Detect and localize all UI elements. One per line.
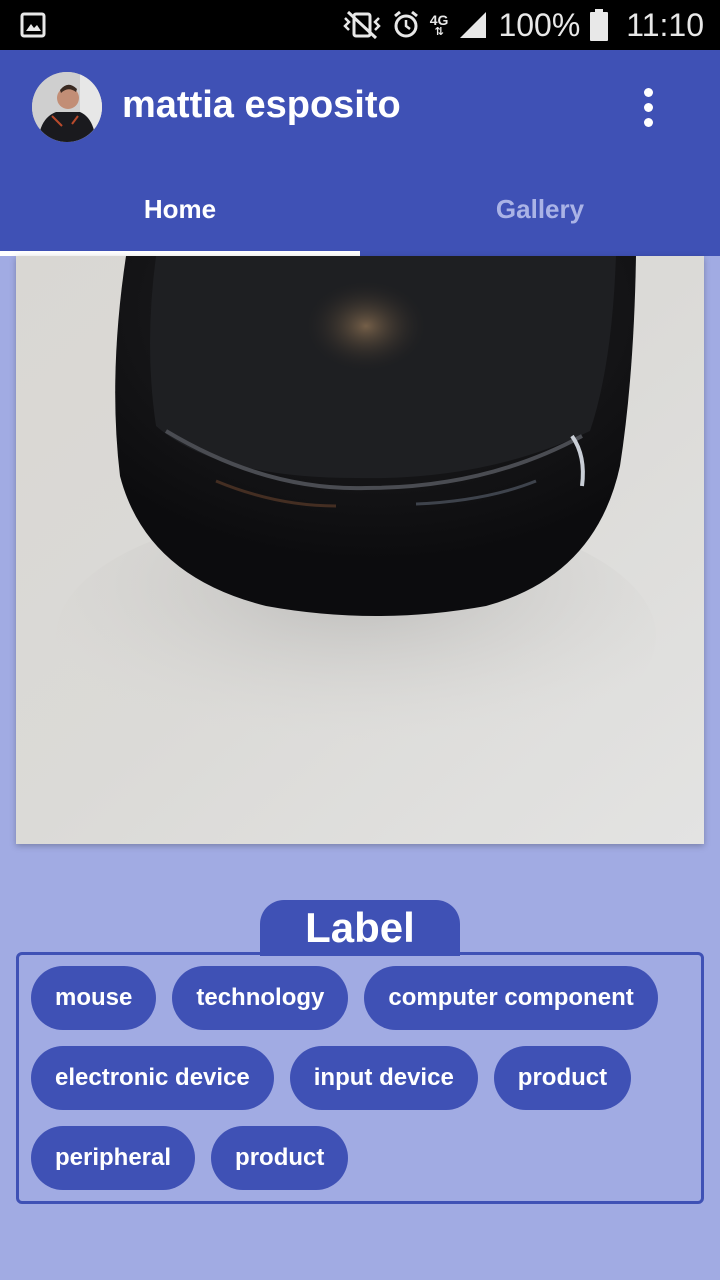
tab-home-label: Home — [143, 193, 217, 224]
label-section-title: Label — [260, 900, 460, 956]
network-4g-icon: 4G ⇅ — [429, 11, 449, 38]
tab-gallery-label: Gallery — [495, 193, 585, 224]
gallery-notification-icon — [20, 12, 46, 43]
vibrate-icon — [342, 10, 382, 40]
label-chip[interactable]: input device — [289, 1046, 478, 1110]
more-vert-icon[interactable] — [628, 82, 668, 132]
label-chip[interactable]: peripheral — [31, 1126, 196, 1190]
tab-bar: Home Gallery — [0, 162, 720, 256]
battery-percent: 100% — [498, 6, 581, 43]
label-chip[interactable]: electronic device — [31, 1046, 274, 1110]
label-chip[interactable]: mouse — [31, 966, 157, 1030]
tab-home[interactable]: Home — [0, 162, 360, 256]
label-chip[interactable]: product — [211, 1126, 349, 1190]
status-time: 11:10 — [626, 6, 704, 43]
status-bar: 4G ⇅ 100% 11:10 — [0, 0, 720, 50]
label-chip[interactable]: product — [493, 1046, 632, 1110]
mouse-photo[interactable] — [16, 256, 704, 844]
battery-icon — [590, 9, 609, 41]
alarm-icon — [392, 10, 420, 40]
network-label: 4G — [429, 11, 449, 28]
label-chip-group: mouse technology computer component elec… — [16, 952, 704, 1204]
app-bar: mattia esposito Home Gallery — [0, 50, 720, 256]
label-chip[interactable]: technology — [172, 966, 349, 1030]
app-title: mattia esposito — [122, 84, 401, 126]
label-chip[interactable]: computer component — [364, 966, 658, 1030]
signal-icon — [458, 10, 488, 40]
tab-gallery[interactable]: Gallery — [360, 162, 720, 256]
avatar[interactable] — [32, 72, 102, 142]
